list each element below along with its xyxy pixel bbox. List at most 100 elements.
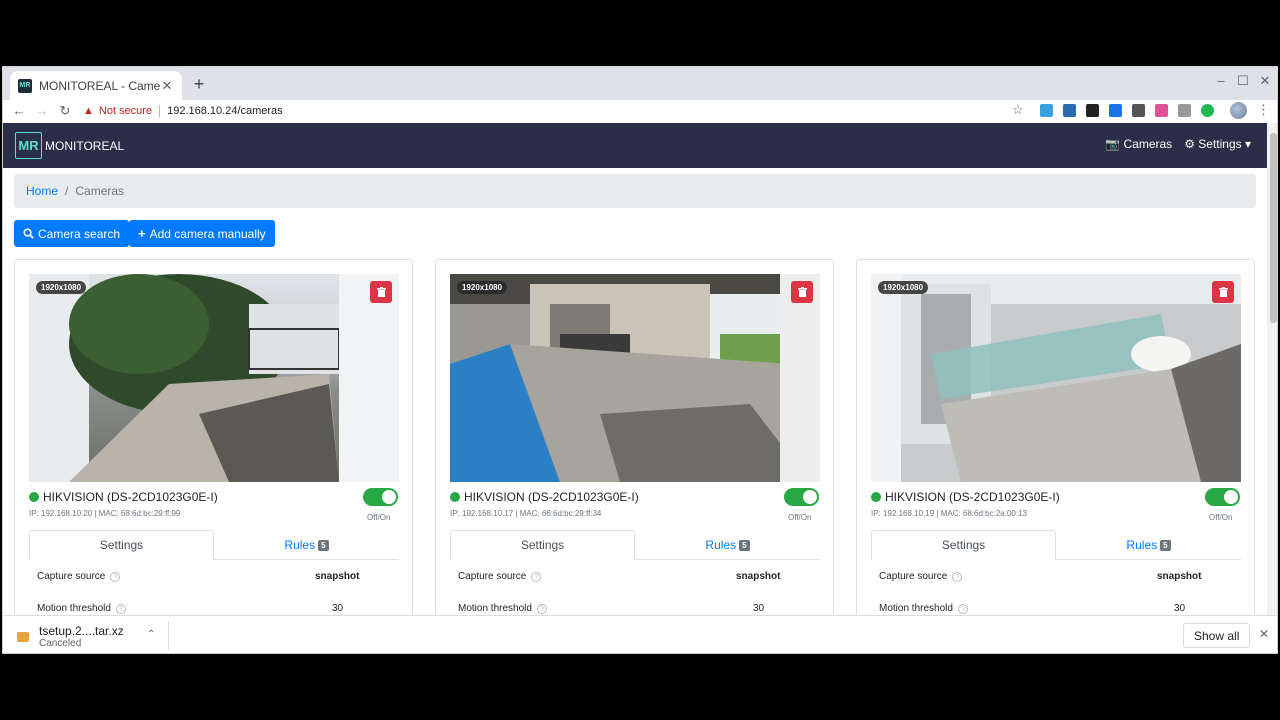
extension-icon[interactable] <box>1063 104 1076 117</box>
caret-down-icon: ▾ <box>1241 137 1251 151</box>
breadcrumb-home[interactable]: Home <box>26 184 58 198</box>
resolution-badge: 1920x1080 <box>878 281 929 294</box>
camera-preview[interactable]: 1920x1080 <box>29 274 399 482</box>
status-online-icon <box>29 492 39 502</box>
browser-tab[interactable]: MR MONITOREAL - Camer ✕ <box>10 71 182 100</box>
tab-settings[interactable]: Settings <box>29 530 214 560</box>
toggle-knob <box>803 490 817 504</box>
search-icon <box>23 228 34 239</box>
back-arrow-icon[interactable]: ← <box>9 101 29 121</box>
camera-power-toggle[interactable] <box>1205 488 1240 506</box>
capture-source-value: snapshot <box>1157 571 1202 582</box>
motion-threshold-value: 30 <box>332 603 344 614</box>
brand[interactable]: MR MONITOREAL <box>15 132 124 159</box>
delete-camera-button[interactable] <box>370 281 392 303</box>
extension-icon[interactable] <box>1155 104 1168 117</box>
motion-threshold-value: 30 <box>1174 603 1186 614</box>
download-divider <box>168 622 169 650</box>
extension-icon[interactable] <box>1086 104 1099 117</box>
warning-triangle-icon: ▲ <box>83 105 94 117</box>
tab-rules[interactable]: Rules 5 <box>1056 530 1241 560</box>
capture-source-label: Capture source? <box>879 571 963 582</box>
maximize-icon[interactable]: ☐ <box>1233 73 1253 89</box>
download-item[interactable]: tsetup.2....tar.xz Canceled <box>17 624 124 649</box>
capture-source-label: Capture source? <box>458 571 542 582</box>
download-bar: tsetup.2....tar.xz Canceled ⌃ Show all ✕ <box>3 615 1277 653</box>
capture-source-value: snapshot <box>736 571 781 582</box>
camera-scene-illustration <box>29 274 399 482</box>
help-icon[interactable]: ? <box>957 603 968 614</box>
add-camera-button[interactable]: + Add camera manually <box>129 220 275 247</box>
tab-strip: MR MONITOREAL - Camer ✕ + – ☐ ✕ <box>3 67 1277 100</box>
camera-meta: IP: 192.168.10.17 | MAC: 68:6d:bc:29:ff:… <box>450 509 602 518</box>
close-icon[interactable]: ✕ <box>1259 627 1269 641</box>
browser-menu-icon[interactable]: ⋮ <box>1257 102 1270 118</box>
extension-icon[interactable] <box>1201 104 1214 117</box>
url-text[interactable]: 192.168.10.24/cameras <box>167 105 283 117</box>
archive-icon <box>17 631 29 642</box>
camera-power-toggle[interactable] <box>784 488 819 506</box>
toggle-knob <box>1224 490 1238 504</box>
camera-meta: IP: 192.168.10.19 | MAC: 68:6d:bc:2a:00:… <box>871 509 1027 518</box>
download-status: Canceled <box>39 638 82 649</box>
help-icon[interactable]: ? <box>952 571 963 582</box>
help-icon[interactable]: ? <box>536 603 547 614</box>
help-icon[interactable]: ? <box>115 603 126 614</box>
help-icon[interactable]: ? <box>110 571 121 582</box>
motion-threshold-label: Motion threshold? <box>879 603 968 614</box>
camera-preview[interactable]: 1920x1080 <box>450 274 820 482</box>
camera-preview[interactable]: 1920x1080 <box>871 274 1241 482</box>
tab-settings[interactable]: Settings <box>450 530 635 560</box>
trash-icon <box>376 287 386 297</box>
camera-card: 1920x1080 HIKVISION (DS-2CD1023G0E-I) IP… <box>856 259 1255 615</box>
nav-settings-dropdown[interactable]: ⚙ Settings ▾ <box>1184 137 1251 151</box>
tab-settings[interactable]: Settings <box>871 530 1056 560</box>
bookmark-star-icon[interactable]: ☆ <box>1012 102 1024 118</box>
logo: MR <box>15 132 42 159</box>
new-tab-button[interactable]: + <box>189 74 209 94</box>
extension-icon[interactable] <box>1109 104 1122 117</box>
window-close-icon[interactable]: ✕ <box>1255 73 1275 89</box>
camera-search-button[interactable]: Camera search <box>14 220 130 247</box>
reload-icon[interactable]: ↻ <box>55 101 75 121</box>
capture-source-value: snapshot <box>315 571 360 582</box>
not-secure-label[interactable]: Not secure <box>99 105 152 117</box>
camera-name: HIKVISION (DS-2CD1023G0E-I) <box>450 490 639 504</box>
camera-name: HIKVISION (DS-2CD1023G0E-I) <box>29 490 218 504</box>
minimize-icon[interactable]: – <box>1211 73 1231 88</box>
camera-tabs: Settings Rules 5 <box>29 530 399 560</box>
extension-icon[interactable] <box>1178 104 1191 117</box>
tab-rules[interactable]: Rules 5 <box>214 530 399 560</box>
scrollbar-thumb[interactable] <box>1270 133 1277 323</box>
capture-source-label: Capture source? <box>37 571 121 582</box>
delete-camera-button[interactable] <box>1212 281 1234 303</box>
rules-count-badge: 5 <box>1160 539 1171 551</box>
tab-close-icon[interactable]: ✕ <box>160 78 174 94</box>
extension-icon[interactable] <box>1040 104 1053 117</box>
status-online-icon <box>450 492 460 502</box>
browser-window: MR MONITOREAL - Camer ✕ + – ☐ ✕ ← → ↻ ▲ … <box>2 66 1278 654</box>
help-icon[interactable]: ? <box>531 571 542 582</box>
motion-threshold-label: Motion threshold? <box>458 603 547 614</box>
forward-arrow-icon[interactable]: → <box>32 101 52 121</box>
toggle-label: Off/On <box>367 513 391 522</box>
camera-power-toggle[interactable] <box>363 488 398 506</box>
chevron-up-icon[interactable]: ⌃ <box>147 629 155 640</box>
trash-icon <box>1218 287 1228 297</box>
camera-name: HIKVISION (DS-2CD1023G0E-I) <box>871 490 1060 504</box>
camera-icon: 📷 <box>1105 137 1124 151</box>
profile-avatar[interactable] <box>1230 102 1247 119</box>
page-scrollbar[interactable] <box>1267 123 1277 615</box>
extension-icon[interactable] <box>1132 104 1145 117</box>
camera-scene-illustration <box>871 274 1241 482</box>
browser-toolbar: ← → ↻ ▲ Not secure 192.168.10.24/cameras… <box>3 100 1277 122</box>
gear-icon: ⚙ <box>1184 137 1199 151</box>
nav-cameras[interactable]: 📷 Cameras <box>1105 137 1172 151</box>
address-bar[interactable]: ▲ Not secure 192.168.10.24/cameras <box>83 100 1033 122</box>
show-all-button[interactable]: Show all <box>1183 623 1251 648</box>
camera-scene-illustration <box>450 274 820 482</box>
rules-count-badge: 5 <box>739 539 750 551</box>
brand-name: MONITOREAL <box>45 138 125 153</box>
tab-rules[interactable]: Rules 5 <box>635 530 820 560</box>
delete-camera-button[interactable] <box>791 281 813 303</box>
